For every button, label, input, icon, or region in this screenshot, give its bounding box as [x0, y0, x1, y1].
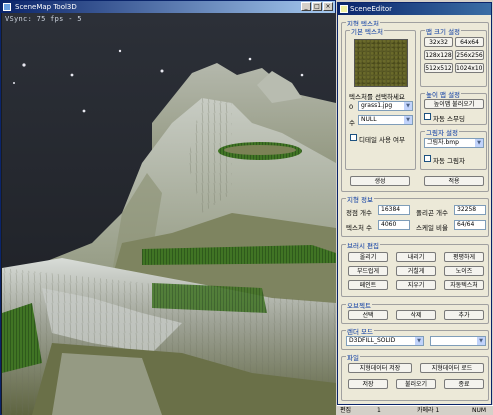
base-texture-group: 기본 텍스처 텍스처를 선택하세요 0 grass1.jpg ▼ 수 NULL ▼ … — [345, 26, 416, 170]
texture-count-label: 텍스처 수 — [346, 224, 372, 232]
auto-smooth-label: 자동 스무딩 — [433, 115, 465, 123]
scene-viewport-window: SceneMap Tool3D _ □ × VSync: 75 fps - 5 — [0, 0, 336, 415]
terrain-texture-group: 지형 텍스처 기본 텍스처 텍스처를 선택하세요 0 grass1.jpg ▼ 수… — [341, 18, 489, 192]
chevron-down-icon: ▼ — [404, 116, 412, 124]
size-button-256[interactable]: 256x256 — [455, 50, 484, 60]
shadow-file-select[interactable]: 그림자.bmp ▼ — [424, 138, 484, 148]
editor-app-icon — [340, 5, 348, 13]
app-icon — [3, 3, 11, 11]
load-terrain-button[interactable]: 지형데이터 로드 — [420, 363, 484, 373]
chevron-down-icon: ▼ — [404, 102, 412, 110]
object-select-button[interactable]: 선택 — [348, 310, 388, 320]
apply-button[interactable]: 적용 — [424, 176, 484, 186]
file-group-label: 파일 — [346, 352, 360, 362]
auto-shadow-checkbox[interactable] — [424, 155, 431, 162]
size-button-1024[interactable]: 1024x1024 — [455, 63, 484, 73]
brush-noise-button[interactable]: 노이즈 — [444, 266, 484, 276]
height-map-group: 높이 맵 설정 높이맵 불러오기 자동 스무딩 — [420, 89, 487, 125]
object-group: 오브젝트 선택 삭제 추가 — [341, 300, 489, 324]
chevron-down-icon: ▼ — [415, 337, 423, 345]
viewport-title: SceneMap Tool3D — [15, 3, 77, 11]
vertex-count-value: 16384 — [378, 205, 410, 215]
open-button[interactable]: 불러오기 — [396, 379, 436, 389]
object-add-button[interactable]: 추가 — [444, 310, 484, 320]
render-option-select[interactable]: ▼ — [430, 336, 486, 346]
save-terrain-button[interactable]: 지형데이터 저장 — [348, 363, 412, 373]
status-num: NUM — [472, 407, 487, 414]
base-texture-label: 기본 텍스처 — [350, 26, 384, 36]
chevron-down-icon: ▼ — [477, 337, 485, 345]
texture-preview[interactable] — [354, 39, 408, 87]
status-bar: 편집 1 카메라 1 NUM — [337, 405, 493, 415]
scene-editor-panel: SceneEditor 지형 텍스처 기본 텍스처 텍스처를 선택하세요 0 g… — [337, 2, 492, 405]
viewport-titlebar[interactable]: SceneMap Tool3D _ □ × — [1, 1, 335, 13]
shadow-label: 그림자 설정 — [425, 127, 459, 137]
brush-smooth-button[interactable]: 부드럽게 — [348, 266, 388, 276]
status-camera: 카메라 1 — [417, 407, 440, 414]
scale-ratio-value: 64/64 — [454, 220, 486, 230]
editor-title: SceneEditor — [350, 5, 393, 13]
texture-file-select[interactable]: grass1.jpg ▼ — [358, 101, 413, 111]
brush-edit-group: 브러시 편집 올리기 내리기 평평하게 부드럽게 거칠게 노이즈 페인트 지우기… — [341, 240, 489, 297]
minimize-button[interactable]: _ — [301, 2, 311, 11]
render-fill-select[interactable]: D3DFILL_SOLID ▼ — [346, 336, 424, 346]
brush-edit-label: 브러시 편집 — [346, 240, 380, 250]
size-button-512[interactable]: 512x512 — [424, 63, 453, 73]
size-button-32[interactable]: 32x32 — [424, 37, 453, 47]
height-map-label: 높이 맵 설정 — [425, 89, 462, 99]
close-button[interactable]: × — [323, 2, 333, 11]
file-group: 파일 지형데이터 저장 지형데이터 로드 저장 불러오기 종료 — [341, 352, 489, 401]
brush-erase-button[interactable]: 지우기 — [396, 280, 436, 290]
texture-hint: 텍스처를 선택하세요 — [349, 93, 405, 101]
load-heightmap-button[interactable]: 높이맵 불러오기 — [424, 99, 484, 109]
render-mode-label: 렌더 모드 — [346, 326, 374, 336]
map-size-label: 맵 크기 설정 — [425, 26, 462, 36]
brush-paint-button[interactable]: 페인트 — [348, 280, 388, 290]
map-size-group: 맵 크기 설정 32x32 64x64 128x128 256x256 512x… — [420, 26, 487, 87]
sub-label: 수 — [349, 119, 355, 127]
poly-count-label: 폴리곤 개수 — [416, 209, 448, 217]
shadow-group: 그림자 설정 그림자.bmp ▼ 자동 그림자 — [420, 127, 487, 170]
terrain-info-group: 지형 정보 정점 개수 16384 폴리곤 개수 32258 텍스처 수 406… — [341, 194, 489, 237]
scale-ratio-label: 스케일 비율 — [416, 224, 448, 232]
status-mode: 편집 — [340, 407, 352, 414]
use-detail-checkbox[interactable] — [350, 134, 357, 141]
brush-lower-button[interactable]: 내리기 — [396, 252, 436, 262]
status-index: 1 — [377, 407, 381, 414]
chevron-down-icon: ▼ — [475, 139, 483, 147]
editor-titlebar[interactable]: SceneEditor — [338, 3, 491, 15]
brush-flatten-button[interactable]: 평평하게 — [444, 252, 484, 262]
render-mode-group: 렌더 모드 D3DFILL_SOLID ▼ ▼ — [341, 326, 489, 350]
vertex-count-label: 정점 개수 — [346, 209, 372, 217]
brush-raise-button[interactable]: 올리기 — [348, 252, 388, 262]
size-button-64[interactable]: 64x64 — [455, 37, 484, 47]
poly-count-value: 32258 — [454, 205, 486, 215]
brush-autotexture-button[interactable]: 자동텍스처 — [444, 280, 484, 290]
save-button[interactable]: 저장 — [348, 379, 388, 389]
sub-texture-select[interactable]: NULL ▼ — [358, 115, 413, 125]
object-group-label: 오브젝트 — [346, 300, 372, 310]
size-button-128[interactable]: 128x128 — [424, 50, 453, 60]
brush-rough-button[interactable]: 거칠게 — [396, 266, 436, 276]
use-detail-label: 디테일 사용 여부 — [359, 136, 405, 144]
auto-smooth-checkbox[interactable] — [424, 113, 431, 120]
exit-button[interactable]: 종료 — [444, 379, 484, 389]
object-delete-button[interactable]: 삭제 — [396, 310, 436, 320]
maximize-button[interactable]: □ — [312, 2, 322, 11]
texture-index: 0 — [349, 103, 354, 111]
texture-count-value: 4060 — [378, 220, 410, 230]
terrain-render-canvas[interactable] — [2, 13, 336, 415]
fps-readout: VSync: 75 fps - 5 — [5, 15, 82, 23]
auto-shadow-label: 자동 그림자 — [433, 157, 465, 165]
terrain-info-label: 지형 정보 — [346, 194, 374, 204]
create-button[interactable]: 생성 — [350, 176, 410, 186]
